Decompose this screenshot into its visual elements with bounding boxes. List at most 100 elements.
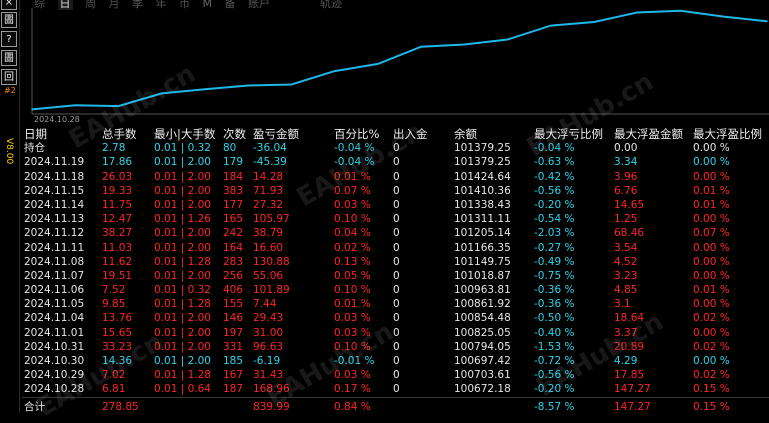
equity-point [420, 45, 422, 48]
row-profit: 38.79 [253, 227, 284, 240]
row-max-float-loss: -0.42 % [534, 170, 575, 183]
table-row[interactable]: 2024.11.11 11.03 0.01 | 2.00 164 16.60 0.02 %… [22, 241, 769, 255]
row-balance: 100825.05 [454, 326, 511, 339]
header-deposit: 出入金 [393, 127, 428, 141]
row-total-lots: 7.52 [102, 284, 126, 297]
row-percent: -0.04 % [334, 156, 375, 169]
row-max-gain-pct: 0.07 % [693, 227, 730, 240]
equity-chart: 2024.10.28 [22, 8, 769, 124]
row-total-lots: 6.81 [102, 383, 126, 396]
row-percent: 0.02 % [334, 241, 371, 254]
row-percent: 0.05 % [334, 269, 371, 282]
header-profit: 盈亏金额 [253, 127, 299, 141]
table-row[interactable]: 2024.11.15 19.33 0.01 | 2.00 383 71.93 0.07 %… [22, 184, 769, 198]
row-total-lots: 33.23 [102, 340, 133, 353]
row-deposit: 0 [393, 298, 400, 311]
row-deposit: 0 [393, 326, 400, 339]
table-row[interactable]: 2024.11.13 12.47 0.01 | 1.26 165 105.97 0.10 … [22, 212, 769, 226]
row-date: 持仓 [24, 142, 45, 155]
table-row[interactable]: 2024.11.05 9.85 0.01 | 1.28 155 7.44 0.01 % 0 1… [22, 297, 769, 311]
row-date: 2024.11.04 [24, 312, 85, 325]
table-row[interactable]: 2024.11.06 7.52 0.01 | 0.32 406 101.89 0.10 %… [22, 283, 769, 297]
row-percent: 0.13 % [334, 255, 371, 268]
row-max-float-loss: -0.36 % [534, 284, 575, 297]
row-max-float-gain: 4.52 [614, 255, 638, 268]
table-row[interactable]: 2024.11.07 19.51 0.01 | 2.00 256 55.06 0.05 %… [22, 269, 769, 283]
row-deposit: 0 [393, 170, 400, 183]
row-max-float-loss: -0.75 % [534, 269, 575, 282]
row-profit: 168.96 [253, 383, 290, 396]
row-total-lots: 11.62 [102, 255, 133, 268]
table-row[interactable]: 2024.11.04 13.76 0.01 | 2.00 146 29.43 0.03 %… [22, 311, 769, 325]
table-row[interactable]: 2024.11.12 38.27 0.01 | 2.00 242 38.79 0.04 %… [22, 226, 769, 240]
row-date: 2024.11.06 [24, 284, 85, 297]
row-balance: 101379.25 [454, 156, 511, 169]
row-min-max-lots: 0.01 | 2.00 [154, 312, 211, 325]
table-row[interactable]: 2024.11.18 26.03 0.01 | 2.00 184 14.28 0.01 %… [22, 170, 769, 184]
table-row[interactable]: 2024.11.19 17.86 0.01 | 2.00 179 -45.39 -0.04… [22, 155, 769, 169]
row-max-gain-pct: 0.00 % [693, 298, 730, 311]
row-max-float-gain: 3.1 [614, 298, 631, 311]
toolbar-button-4[interactable]: 回 [1, 69, 17, 85]
row-profit: 55.06 [253, 269, 284, 282]
row-max-gain-pct: 0.02 % [693, 312, 730, 325]
row-date: 2024.10.28 [24, 383, 85, 396]
row-profit: -6.19 [253, 355, 281, 367]
row-date: 2024.10.30 [24, 355, 85, 367]
row-deposit: 0 [393, 227, 400, 240]
row-max-float-loss: -0.36 % [534, 298, 575, 311]
row-max-float-gain: 18.64 [614, 312, 645, 325]
equity-point [463, 43, 466, 46]
row-total-lots: 15.65 [102, 326, 133, 339]
row-date: 2024.11.15 [24, 184, 85, 197]
total-max-float-gain: 147.27 [614, 400, 651, 413]
row-total-lots: 11.75 [102, 198, 133, 211]
row-max-float-gain: 3.34 [614, 156, 638, 169]
close-icon[interactable]: × [1, 0, 17, 10]
header-count: 次数 [223, 127, 246, 141]
row-min-max-lots: 0.01 | 1.28 [154, 255, 211, 268]
row-date: 2024.11.11 [24, 241, 85, 254]
row-total-lots: 7.02 [102, 369, 126, 382]
row-total-lots: 17.86 [102, 156, 133, 169]
row-total-lots: 2.78 [102, 142, 126, 155]
row-count: 179 [223, 156, 244, 169]
row-min-max-lots: 0.01 | 1.28 [154, 298, 211, 311]
toolbar-button-3[interactable]: 圕 [1, 50, 17, 66]
table-row[interactable]: 2024.11.08 11.62 0.01 | 1.28 283 130.88 0.13 … [22, 255, 769, 269]
row-percent: 0.10 % [334, 213, 371, 226]
row-min-max-lots: 0.01 | 2.00 [154, 355, 211, 367]
row-deposit: 0 [393, 383, 400, 396]
help-icon[interactable]: ? [1, 31, 17, 47]
table-row[interactable]: 2024.10.28 6.81 0.01 | 0.64 187 168.96 0.17 %… [22, 382, 769, 396]
table-row[interactable]: 持仓 2.78 0.01 | 0.32 80 -36.04 -0.04 % 0 101379.… [22, 141, 769, 155]
account-number-label: #2 [4, 86, 16, 95]
row-max-gain-pct: 0.00 % [693, 269, 730, 282]
header-min-max-lots: 最小|大手数 [154, 127, 216, 141]
row-min-max-lots: 0.01 | 2.00 [154, 340, 211, 353]
row-max-float-loss: -0.40 % [534, 326, 575, 339]
table-row[interactable]: 2024.10.30 14.36 0.01 | 2.00 185 -6.19 -0.01 … [22, 354, 769, 368]
row-max-float-gain: 147.27 [614, 383, 651, 396]
equity-point [377, 63, 379, 65]
row-max-float-gain: 3.96 [614, 170, 638, 183]
table-row[interactable]: 2024.11.14 11.75 0.01 | 2.00 177 27.32 0.03 %… [22, 198, 769, 212]
row-percent: 0.01 % [334, 170, 371, 183]
row-deposit: 0 [393, 369, 400, 382]
row-profit: 31.00 [253, 326, 284, 339]
equity-line [31, 9, 768, 111]
equity-point [247, 84, 249, 87]
row-deposit: 0 [393, 241, 400, 254]
table-row[interactable]: 2024.10.29 7.02 0.01 | 1.28 167 31.43 0.03 % 0… [22, 368, 769, 382]
row-max-float-loss: -0.72 % [534, 355, 575, 367]
total-percent: 0.84 % [334, 400, 371, 413]
table-row[interactable]: 2024.11.01 15.65 0.01 | 2.00 197 31.00 0.03 %… [22, 326, 769, 340]
toolbar-button-1[interactable]: 圕 [1, 12, 17, 28]
row-percent: 0.10 % [334, 340, 371, 353]
row-max-float-gain: 1.25 [614, 213, 638, 226]
row-percent: 0.17 % [334, 383, 371, 396]
table-row[interactable]: 2024.10.31 33.23 0.01 | 2.00 331 96.63 0.10 %… [22, 340, 769, 354]
row-percent: 0.01 % [334, 298, 371, 311]
row-deposit: 0 [393, 184, 400, 197]
row-max-gain-pct: 0.01 % [693, 284, 730, 297]
